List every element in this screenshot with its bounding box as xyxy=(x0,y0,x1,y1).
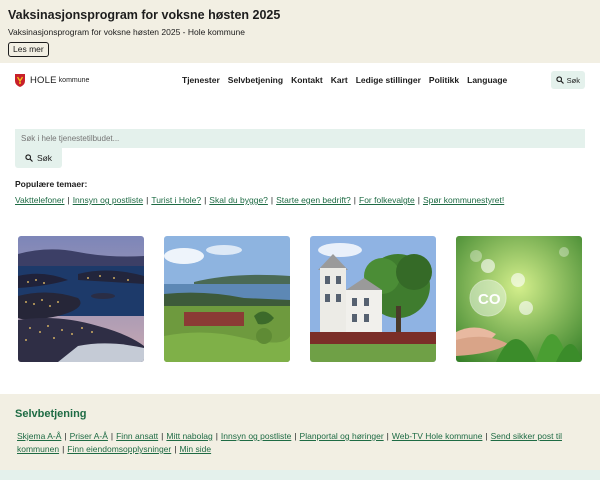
search-button[interactable]: Søk xyxy=(15,148,62,168)
service-search: Søk xyxy=(0,128,600,168)
svg-text:CO: CO xyxy=(478,291,501,308)
popular-link-vakttelefoner[interactable]: Vakttelefoner xyxy=(15,195,64,205)
search-button-label: Søk xyxy=(36,153,53,163)
self-link-min-side[interactable]: Min side xyxy=(179,444,211,454)
banner-title: Vaksinasjonsprogram for voksne høsten 20… xyxy=(8,8,281,22)
night-lake-photo-icon xyxy=(18,236,144,362)
search-icon xyxy=(25,154,33,162)
card-lake-landscape[interactable] xyxy=(164,236,290,362)
white-building-photo-icon xyxy=(310,236,436,362)
popular-link-kommunestyret[interactable]: Spør kommunestyret! xyxy=(423,195,504,205)
image-cards: CO xyxy=(18,236,582,362)
self-link-mitt-nabolag[interactable]: Mitt nabolag xyxy=(166,431,212,441)
header-search-button[interactable]: Søk xyxy=(550,71,585,89)
card-co2-plant[interactable]: CO xyxy=(456,236,582,362)
self-link-priser[interactable]: Priser A-Å xyxy=(70,431,108,441)
municipality-crest-icon xyxy=(15,73,25,87)
nav-item-politikk[interactable]: Politikk xyxy=(429,75,459,85)
popular-topics-title: Populære temaer: xyxy=(15,179,88,189)
popular-link-innsyn[interactable]: Innsyn og postliste xyxy=(73,195,143,205)
self-link-innsyn[interactable]: Innsyn og postliste xyxy=(221,431,291,441)
notice-banner: Vaksinasjonsprogram for voksne høsten 20… xyxy=(0,0,600,63)
popular-link-folkevalgte[interactable]: For folkevalgte xyxy=(359,195,415,205)
logo-suffix: kommune xyxy=(58,76,90,84)
logo-name: HOLE xyxy=(30,74,57,86)
card-white-building[interactable] xyxy=(310,236,436,362)
popular-link-bedrift[interactable]: Starte egen bedrift? xyxy=(276,195,351,205)
selfservice-links: Skjema A-Å | Priser A-Å | Finn ansatt | Mitt n… xyxy=(17,431,562,454)
nav-item-language[interactable]: Language xyxy=(467,75,507,85)
nav-item-kart[interactable]: Kart xyxy=(331,75,348,85)
search-input[interactable] xyxy=(15,129,585,148)
site-logo[interactable]: HOLE kommune xyxy=(15,73,90,87)
self-link-skjema[interactable]: Skjema A-Å xyxy=(17,431,61,441)
co2-plant-photo-icon: CO xyxy=(456,236,582,362)
card-night-lake[interactable] xyxy=(18,236,144,362)
nav-item-kontakt[interactable]: Kontakt xyxy=(291,75,323,85)
lake-landscape-photo-icon xyxy=(164,236,290,362)
self-link-finn-ansatt[interactable]: Finn ansatt xyxy=(116,431,158,441)
self-link-planportal[interactable]: Planportal og høringer xyxy=(300,431,384,441)
selfservice-section: Selvbetjening Skjema A-Å | Priser A-Å | Finn… xyxy=(0,394,600,470)
nav-item-tjenester[interactable]: Tjenester xyxy=(182,75,220,85)
selfservice-title: Selvbetjening xyxy=(15,408,87,420)
nav-item-selvbetjening[interactable]: Selvbetjening xyxy=(228,75,283,85)
read-more-button[interactable]: Les mer xyxy=(8,42,49,57)
popular-link-bygge[interactable]: Skal du bygge? xyxy=(209,195,268,205)
nav-item-ledige-stillinger[interactable]: Ledige stillinger xyxy=(356,75,421,85)
banner-subtitle: Vaksinasjonsprogram for voksne høsten 20… xyxy=(8,27,246,37)
popular-topics-links: Vakttelefoner | Innsyn og postliste | Turist… xyxy=(15,195,505,205)
next-section-strip xyxy=(0,470,600,480)
header-search-label: Søk xyxy=(566,75,580,85)
search-icon xyxy=(556,76,564,84)
self-link-web-tv[interactable]: Web-TV Hole kommune xyxy=(392,431,483,441)
popular-link-turist[interactable]: Turist i Hole? xyxy=(151,195,201,205)
popular-topics: Populære temaer: Vakttelefoner | Innsyn og… xyxy=(0,179,600,205)
main-nav: Tjenester Selvbetjening Kontakt Kart Led… xyxy=(182,63,515,97)
site-header: HOLE kommune Tjenester Selvbetjening Kon… xyxy=(0,63,600,97)
self-link-eiendom[interactable]: Finn eiendomsopplysninger xyxy=(67,444,171,454)
